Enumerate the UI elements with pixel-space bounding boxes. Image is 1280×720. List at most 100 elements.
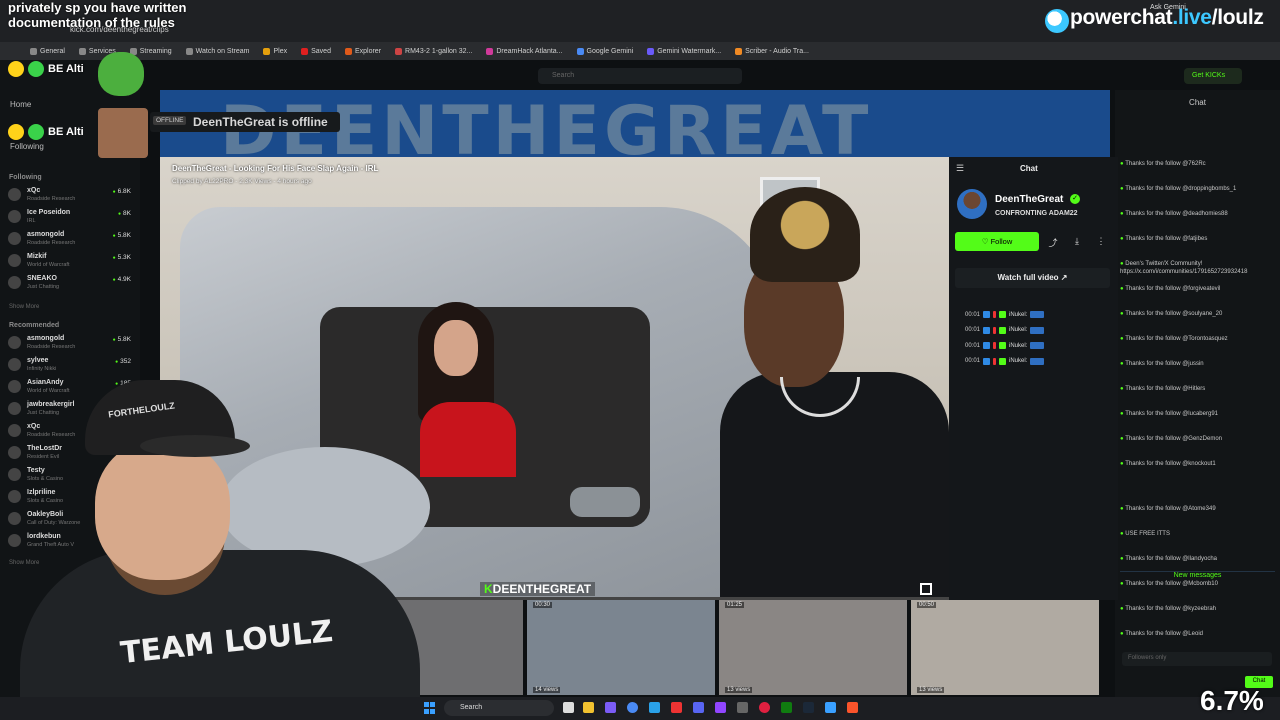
site-icon bbox=[395, 47, 403, 55]
share-icon[interactable]: ⤴ bbox=[1047, 236, 1059, 248]
nav-home[interactable]: Home bbox=[10, 100, 31, 109]
caption-line-1: privately sp you have written bbox=[8, 0, 187, 15]
avatar[interactable] bbox=[957, 189, 987, 219]
emote-icon bbox=[1030, 326, 1045, 334]
viewer-count: 6.8K bbox=[113, 188, 131, 195]
bookmark[interactable]: General bbox=[30, 47, 65, 55]
edge-icon[interactable] bbox=[649, 702, 660, 713]
sidebar-channel[interactable]: Mizkif World of Warcraft 5.3K bbox=[8, 252, 133, 274]
laugh-emote-icon bbox=[98, 108, 148, 158]
task-view-icon[interactable] bbox=[563, 702, 574, 713]
clip-category: CONFRONTING ADAM22 bbox=[995, 210, 1078, 217]
chat-message-text: USE FREE ITTS bbox=[1125, 531, 1170, 537]
bookmark[interactable]: Explorer bbox=[344, 47, 381, 55]
chat-message-text: Thanks for the follow @soulyane_20 bbox=[1125, 311, 1223, 317]
follow-button[interactable]: ♡ Follow bbox=[955, 232, 1039, 251]
badge-icon bbox=[993, 357, 997, 365]
sidebar-channel[interactable]: asmongold Roadside Research 5.8K bbox=[8, 230, 133, 252]
bookmark[interactable]: Watch on Stream bbox=[185, 47, 249, 55]
chat-message: ● Thanks for the follow @Mcbomb10 bbox=[1120, 580, 1275, 588]
sidebar-channel[interactable]: SNEAKO Just Chatting 4.9K bbox=[8, 274, 133, 296]
clip-thumbnail[interactable]: 01:25 13 views bbox=[719, 600, 907, 695]
bookmark[interactable]: Gemini Watermark... bbox=[647, 47, 721, 55]
video-frame-door-handle bbox=[570, 487, 640, 517]
bookmark[interactable]: RM43-2 1-gallon 32... bbox=[395, 47, 472, 55]
chat-message-text: Deen's Twitter/X Community! https://x.co… bbox=[1120, 261, 1248, 275]
clip-thumbnail[interactable]: 00:50 13 views bbox=[911, 600, 1099, 695]
site-icon bbox=[486, 47, 494, 55]
viewer-count: 4.9K bbox=[113, 276, 131, 283]
channel-avatar bbox=[8, 336, 21, 349]
sidebar-channel[interactable]: sylvee Infinity Nikki 352 bbox=[8, 356, 133, 378]
sparkle-emote-icon bbox=[28, 61, 44, 77]
sidebar-channel[interactable]: Ice Poseidon IRL 8K bbox=[8, 208, 133, 230]
calculator-icon[interactable] bbox=[737, 702, 748, 713]
chat-message-text: Thanks for the follow @deadhomies88 bbox=[1125, 211, 1228, 217]
app-icon[interactable] bbox=[759, 702, 770, 713]
viewer-count: 5.3K bbox=[113, 254, 131, 261]
taskbar-search[interactable]: Search bbox=[444, 700, 554, 716]
verified-icon: ✓ bbox=[1070, 194, 1080, 204]
xbox-icon[interactable] bbox=[781, 702, 792, 713]
file-explorer-icon[interactable] bbox=[583, 702, 594, 713]
overlay-emotes-2: BE Alti bbox=[8, 124, 84, 140]
site-icon bbox=[647, 47, 655, 55]
watch-full-video-button[interactable]: Watch full video ↗ bbox=[955, 268, 1110, 288]
address-bar[interactable]: kick.com/deenthegreat/clips bbox=[70, 25, 670, 39]
badge-icon bbox=[999, 342, 1007, 349]
badge-icon bbox=[983, 342, 991, 349]
chat-timestamp: 00:01 bbox=[965, 358, 981, 364]
chrome-icon[interactable] bbox=[627, 702, 638, 713]
windows-start-icon[interactable] bbox=[424, 702, 436, 714]
sidebar-channel[interactable]: asmongold Roadside Research 5.8K bbox=[8, 334, 133, 356]
steam-icon[interactable] bbox=[803, 702, 814, 713]
thumbnail-views: 13 views bbox=[917, 687, 945, 693]
bookmark[interactable]: DreamHack Atlanta... bbox=[486, 47, 563, 55]
explorer-icon bbox=[344, 47, 352, 55]
nav-following[interactable]: Following bbox=[10, 142, 44, 151]
stream-chat: Chat ● Thanks for the follow @762Rc ● Tha… bbox=[1115, 90, 1280, 700]
channel-category: Roadside Research bbox=[27, 240, 76, 246]
ask-gemini-button[interactable]: Ask Gemini bbox=[1150, 4, 1186, 11]
new-messages-divider[interactable]: New messages bbox=[1120, 571, 1275, 579]
download-icon[interactable]: ⤓ bbox=[1071, 236, 1083, 248]
bookmark[interactable]: Scriber - Audio Tra... bbox=[735, 47, 809, 55]
channel-name: Mizkif bbox=[27, 253, 47, 260]
badge-icon bbox=[983, 311, 991, 318]
app-icon[interactable] bbox=[825, 702, 836, 713]
thumbnail-duration: 00:30 bbox=[533, 602, 553, 608]
sidebar-channel[interactable]: xQc Roadside Research 6.8K bbox=[8, 186, 133, 208]
chat-input[interactable]: Followers only bbox=[1122, 652, 1272, 666]
brave-icon[interactable] bbox=[847, 702, 858, 713]
offline-badge: OFFLINE bbox=[153, 116, 187, 125]
clip-thumbnail[interactable]: 00:30 14 views bbox=[527, 600, 715, 695]
app-icon[interactable] bbox=[671, 702, 682, 713]
collapse-icon[interactable]: ☰ bbox=[956, 163, 964, 174]
channel-name: asmongold bbox=[27, 335, 65, 342]
streamer-name[interactable]: DeenTheGreat bbox=[995, 194, 1063, 205]
following-header: Following bbox=[9, 174, 42, 181]
get-kicks-button[interactable]: Get KICKs bbox=[1184, 68, 1242, 84]
app-icon[interactable] bbox=[605, 702, 616, 713]
search-input[interactable]: Search bbox=[538, 68, 742, 84]
channel-avatar bbox=[8, 232, 21, 245]
chat-message-text: Thanks for the follow @GenzDemon bbox=[1125, 436, 1222, 442]
chat-message: ● USE FREE ITTS bbox=[1120, 530, 1275, 538]
show-more-following[interactable]: Show More bbox=[9, 304, 39, 310]
bookmark[interactable]: Saved bbox=[301, 47, 331, 55]
channel-name: Ice Poseidon bbox=[27, 209, 71, 216]
chat-message: ● Thanks for the follow @Leoid bbox=[1120, 630, 1275, 638]
chat-username: iNukel: bbox=[1009, 311, 1028, 318]
twitch-icon[interactable] bbox=[715, 702, 726, 713]
chat-message: ● Thanks for the follow @762Rc bbox=[1120, 160, 1275, 168]
more-icon[interactable]: ⋮ bbox=[1095, 236, 1107, 248]
thumbnail-views: 13 views bbox=[725, 687, 753, 693]
bookmark[interactable]: Plex bbox=[263, 47, 287, 55]
discord-icon[interactable] bbox=[693, 702, 704, 713]
chat-message: ● Thanks for the follow @fatjibes bbox=[1120, 235, 1275, 243]
bookmark[interactable]: Google Gemini bbox=[576, 47, 633, 55]
site-icon bbox=[735, 47, 743, 55]
bookmark[interactable]: Streaming bbox=[129, 47, 172, 55]
overlay-tag: BE Alti bbox=[48, 126, 84, 138]
fullscreen-icon[interactable] bbox=[920, 583, 932, 595]
